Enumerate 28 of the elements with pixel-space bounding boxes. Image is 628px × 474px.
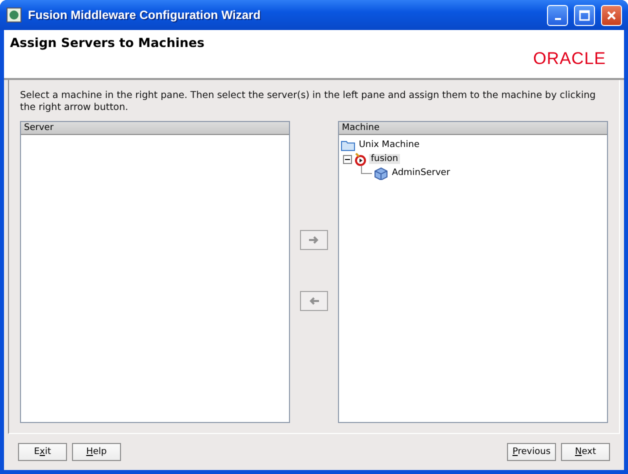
server-cube-icon — [374, 166, 388, 180]
footer-button[interactable]: Help — [72, 443, 121, 461]
close-button[interactable] — [601, 4, 622, 26]
tree-node[interactable]: Unix Machine — [356, 140, 422, 150]
tree-node[interactable]: AdminServer — [390, 168, 452, 178]
footer-button[interactable]: Next — [561, 443, 610, 461]
column-header: Machine — [338, 122, 607, 135]
app-icon — [6, 7, 22, 23]
footer-button[interactable]: Exit — [18, 443, 67, 461]
instructions-text: Select a machine in the right pane. Then select the server(s) in the left pane and assign them to the machine by clicking the right arrow button. — [20, 90, 597, 114]
collapse-icon[interactable] — [342, 154, 352, 164]
minimize-button[interactable] — [547, 4, 568, 26]
footer-button[interactable]: Previous — [507, 443, 556, 461]
minimize-icon — [554, 18, 560, 20]
machine-tree[interactable]: Machine Unix Machine fusion AdminServer — [338, 121, 608, 423]
maximize-icon — [579, 10, 590, 20]
arrow-icon — [306, 235, 321, 245]
close-icon — [606, 10, 617, 20]
logo: ORACLE — [533, 49, 606, 69]
window-title: Fusion Middleware Configuration Wizard — [28, 8, 262, 22]
maximize-button[interactable] — [574, 4, 595, 26]
machine-icon — [354, 152, 367, 166]
server-list[interactable]: Server — [20, 121, 290, 423]
page-title: Assign Servers to Machines — [10, 35, 204, 52]
tree-connector — [360, 166, 372, 174]
column-header: Server — [21, 122, 290, 135]
tree-node[interactable]: fusion — [368, 154, 400, 164]
folder-icon — [340, 140, 355, 150]
